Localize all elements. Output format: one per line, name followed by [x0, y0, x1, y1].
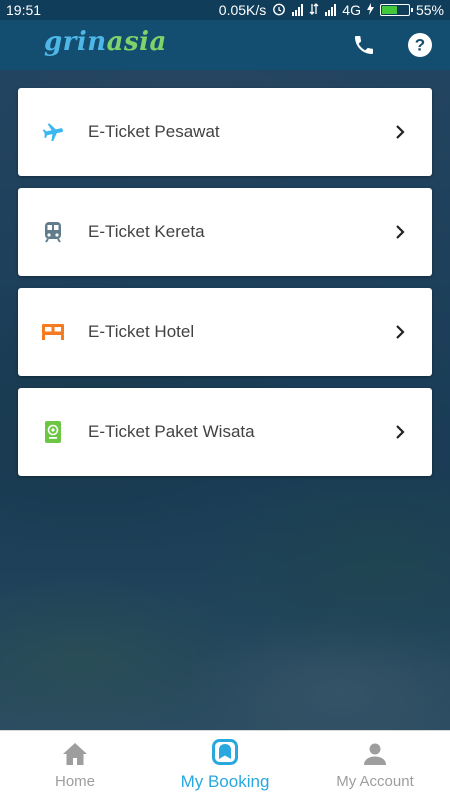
- status-time: 19:51: [6, 2, 42, 18]
- phone-icon[interactable]: [350, 31, 378, 59]
- svg-text:?: ?: [415, 36, 425, 55]
- eticket-flight-label: E-Ticket Pesawat: [88, 122, 220, 141]
- logo-text-part2: asia: [106, 27, 167, 57]
- airplane-icon: [42, 121, 64, 143]
- eticket-tour-package-item[interactable]: E-Ticket Paket Wisata: [18, 388, 432, 476]
- eticket-flight-item[interactable]: E-Ticket Pesawat: [18, 88, 432, 176]
- nav-home-label: Home: [54, 772, 95, 790]
- alarm-icon: [272, 2, 286, 19]
- header-actions: ?: [350, 31, 434, 59]
- nav-my-booking-label: My Booking: [180, 772, 270, 791]
- eticket-train-item[interactable]: E-Ticket Kereta: [18, 188, 432, 276]
- help-icon[interactable]: ?: [406, 31, 434, 59]
- home-icon: [62, 742, 88, 771]
- chevron-right-icon: [394, 225, 406, 239]
- charging-icon: [366, 2, 374, 18]
- chevron-right-icon: [394, 425, 406, 439]
- network-type: 4G: [342, 2, 361, 18]
- signal-icon: [292, 4, 304, 16]
- signal-icon-2: [325, 4, 337, 16]
- bed-icon: [42, 321, 64, 343]
- nav-my-account[interactable]: My Account: [300, 731, 450, 800]
- chevron-right-icon: [394, 325, 406, 339]
- account-icon: [363, 742, 387, 771]
- nav-my-booking[interactable]: My Booking: [150, 731, 300, 800]
- eticket-hotel-label: E-Ticket Hotel: [88, 322, 195, 341]
- data-transfer-icon: [309, 2, 319, 18]
- eticket-hotel-item[interactable]: E-Ticket Hotel: [18, 288, 432, 376]
- status-indicators: 0.05K/s 4G 55%: [219, 2, 444, 19]
- network-speed: 0.05K/s: [218, 2, 267, 18]
- status-bar: 19:51 0.05K/s 4G 55%: [0, 0, 450, 20]
- eticket-train-label: E-Ticket Kereta: [88, 222, 205, 241]
- app-header: grinasia ?: [0, 20, 450, 70]
- nav-my-account-label: My Account: [336, 772, 414, 790]
- nav-home[interactable]: Home: [0, 731, 150, 800]
- train-icon: [42, 221, 64, 243]
- logo-text-part1: grin: [44, 27, 107, 57]
- booking-icon: [212, 739, 238, 770]
- passport-icon: [42, 421, 64, 443]
- battery-percent: 55%: [415, 2, 444, 18]
- battery-icon: [379, 4, 413, 16]
- eticket-tour-package-label: E-Ticket Paket Wisata: [88, 422, 255, 441]
- bottom-navigation: Home My Booking My Account: [0, 730, 450, 800]
- app-logo: grinasia: [44, 27, 167, 57]
- eticket-list: E-Ticket Pesawat E-Ticket Kereta E-Ticke…: [18, 88, 432, 488]
- chevron-right-icon: [394, 125, 406, 139]
